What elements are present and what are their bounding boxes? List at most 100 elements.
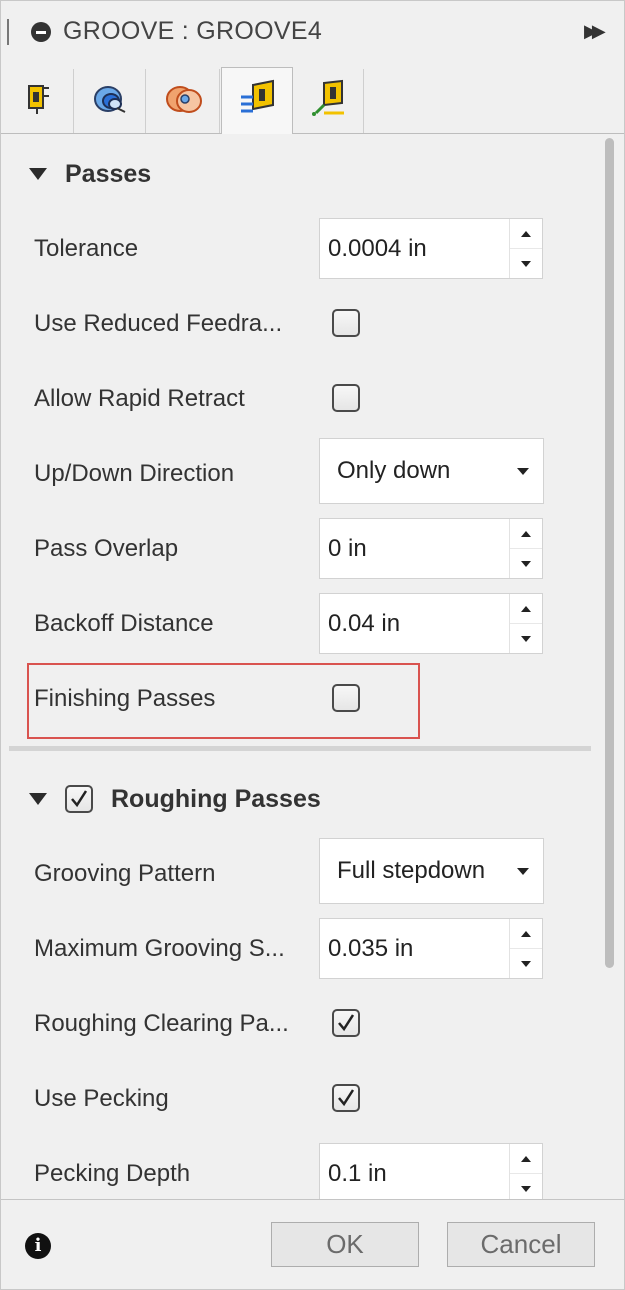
backoff-distance-row: Backoff Distance — [1, 586, 601, 661]
use-pecking-label: Use Pecking — [34, 1085, 169, 1112]
select-value: Full stepdown — [337, 857, 486, 884]
tab-bar — [1, 65, 624, 135]
grooving-pattern-label: Grooving Pattern — [34, 860, 216, 887]
arrow-up-icon — [521, 1155, 531, 1162]
section-title: Roughing Passes — [111, 784, 321, 813]
pass-overlap-input[interactable] — [320, 519, 510, 578]
tab-radii[interactable] — [149, 69, 220, 133]
tab-linking[interactable] — [293, 69, 364, 133]
decrement-button[interactable] — [510, 949, 542, 978]
spinner-buttons — [509, 594, 542, 653]
arrow-up-icon — [521, 530, 531, 537]
pecking-depth-spinner[interactable] — [319, 1143, 543, 1199]
roughing-enabled-checkbox[interactable] — [65, 785, 93, 813]
tolerance-spinner[interactable] — [319, 218, 543, 279]
use-reduced-feedrate-checkbox[interactable] — [332, 309, 360, 337]
max-grooving-stepdown-input[interactable] — [320, 919, 510, 978]
arrow-up-icon — [521, 605, 531, 612]
section-title: Passes — [65, 159, 152, 188]
pass-overlap-row: Pass Overlap — [1, 511, 601, 586]
arrow-up-icon — [521, 930, 531, 937]
passes-section-header[interactable]: Passes — [29, 154, 151, 194]
cancel-button[interactable]: Cancel — [447, 1222, 595, 1267]
tolerance-input[interactable] — [320, 219, 510, 278]
use-pecking-checkbox[interactable] — [332, 1084, 360, 1112]
arrow-down-icon — [521, 1185, 531, 1192]
pass-overlap-label: Pass Overlap — [34, 535, 179, 562]
decrement-button[interactable] — [510, 624, 542, 653]
roughing-clearing-pass-label: Roughing Clearing Pa... — [34, 1010, 289, 1037]
spinner-buttons — [509, 519, 542, 578]
radii-icon — [163, 82, 205, 121]
arrow-down-icon — [521, 260, 531, 267]
passes-icon — [237, 79, 277, 124]
decrement-button[interactable] — [510, 1174, 542, 1199]
chevron-down-icon — [517, 868, 529, 875]
dialog-title: GROOVE : GROOVE4 — [63, 17, 323, 45]
allow-rapid-retract-label: Allow Rapid Retract — [34, 385, 245, 412]
drag-grip-icon[interactable] — [7, 19, 10, 45]
roughing-clearing-pass-row: Roughing Clearing Pa... — [1, 986, 601, 1061]
checkmark-icon — [338, 1089, 355, 1107]
highlight-box — [27, 663, 420, 739]
spinner-buttons — [509, 1144, 542, 1199]
decrement-button[interactable] — [510, 249, 542, 278]
roughing-section-header[interactable]: Roughing Passes — [29, 779, 321, 819]
increment-button[interactable] — [510, 519, 542, 549]
minimize-circle-icon[interactable] — [31, 22, 51, 42]
vertical-scrollbar[interactable] — [602, 134, 624, 1199]
chevron-down-icon — [517, 468, 529, 475]
linking-icon — [308, 79, 348, 124]
dialog-footer: i OK Cancel — [1, 1199, 624, 1289]
tolerance-row: Tolerance — [1, 211, 601, 286]
info-icon[interactable]: i — [25, 1233, 51, 1259]
groove-dialog: GROOVE : GROOVE4 ▶▶ Passes Tolerance 0.0… — [0, 0, 625, 1290]
expand-icon[interactable]: ▶▶ — [584, 21, 610, 43]
max-grooving-stepdown-row: Maximum Grooving S... — [1, 911, 601, 986]
scrollbar-thumb[interactable] — [605, 138, 614, 968]
checkmark-icon — [71, 790, 88, 808]
title-bar[interactable]: GROOVE : GROOVE4 ▶▶ — [1, 1, 624, 65]
decrement-button[interactable] — [510, 549, 542, 578]
increment-button[interactable] — [510, 919, 542, 949]
pecking-depth-input[interactable] — [320, 1144, 510, 1199]
checkmark-icon — [338, 1014, 355, 1032]
use-reduced-feedrate-row: Use Reduced Feedra... — [1, 286, 601, 361]
arrow-up-icon — [521, 230, 531, 237]
max-grooving-stepdown-spinner[interactable] — [319, 918, 543, 979]
roughing-clearing-pass-checkbox[interactable] — [332, 1009, 360, 1037]
up-down-direction-row: Up/Down Direction Only down — [1, 436, 601, 511]
use-reduced-feedrate-label: Use Reduced Feedra... — [34, 310, 283, 337]
up-down-direction-label: Up/Down Direction — [34, 460, 235, 487]
pass-overlap-spinner[interactable] — [319, 518, 543, 579]
spinner-buttons — [509, 219, 542, 278]
geometry-icon — [91, 82, 129, 121]
increment-button[interactable] — [510, 594, 542, 624]
max-grooving-stepdown-label: Maximum Grooving S... — [34, 935, 285, 962]
section-divider[interactable] — [9, 746, 591, 751]
tab-passes[interactable] — [221, 67, 293, 135]
backoff-distance-label: Backoff Distance — [34, 610, 214, 637]
pecking-depth-row: Pecking Depth — [1, 1136, 601, 1199]
arrow-down-icon — [521, 635, 531, 642]
parameters-panel[interactable]: Passes Tolerance Use Reduced Feedra... A… — [1, 134, 601, 1199]
tool-icon — [23, 82, 53, 121]
tab-geometry[interactable] — [75, 69, 146, 133]
tab-tool[interactable] — [3, 69, 74, 133]
select-value: Only down — [337, 457, 451, 484]
allow-rapid-retract-checkbox[interactable] — [332, 384, 360, 412]
grooving-pattern-row: Grooving Pattern Full stepdown — [1, 836, 601, 911]
ok-button[interactable]: OK — [271, 1222, 419, 1267]
arrow-down-icon — [521, 560, 531, 567]
grooving-pattern-select[interactable]: Full stepdown — [319, 838, 544, 904]
increment-button[interactable] — [510, 219, 542, 249]
increment-button[interactable] — [510, 1144, 542, 1174]
collapse-triangle-icon[interactable] — [29, 793, 47, 805]
backoff-distance-spinner[interactable] — [319, 593, 543, 654]
collapse-triangle-icon[interactable] — [29, 168, 47, 180]
pecking-depth-label: Pecking Depth — [34, 1160, 191, 1187]
spinner-buttons — [509, 919, 542, 978]
up-down-direction-select[interactable]: Only down — [319, 438, 544, 504]
backoff-distance-input[interactable] — [320, 594, 510, 653]
allow-rapid-retract-row: Allow Rapid Retract — [1, 361, 601, 436]
